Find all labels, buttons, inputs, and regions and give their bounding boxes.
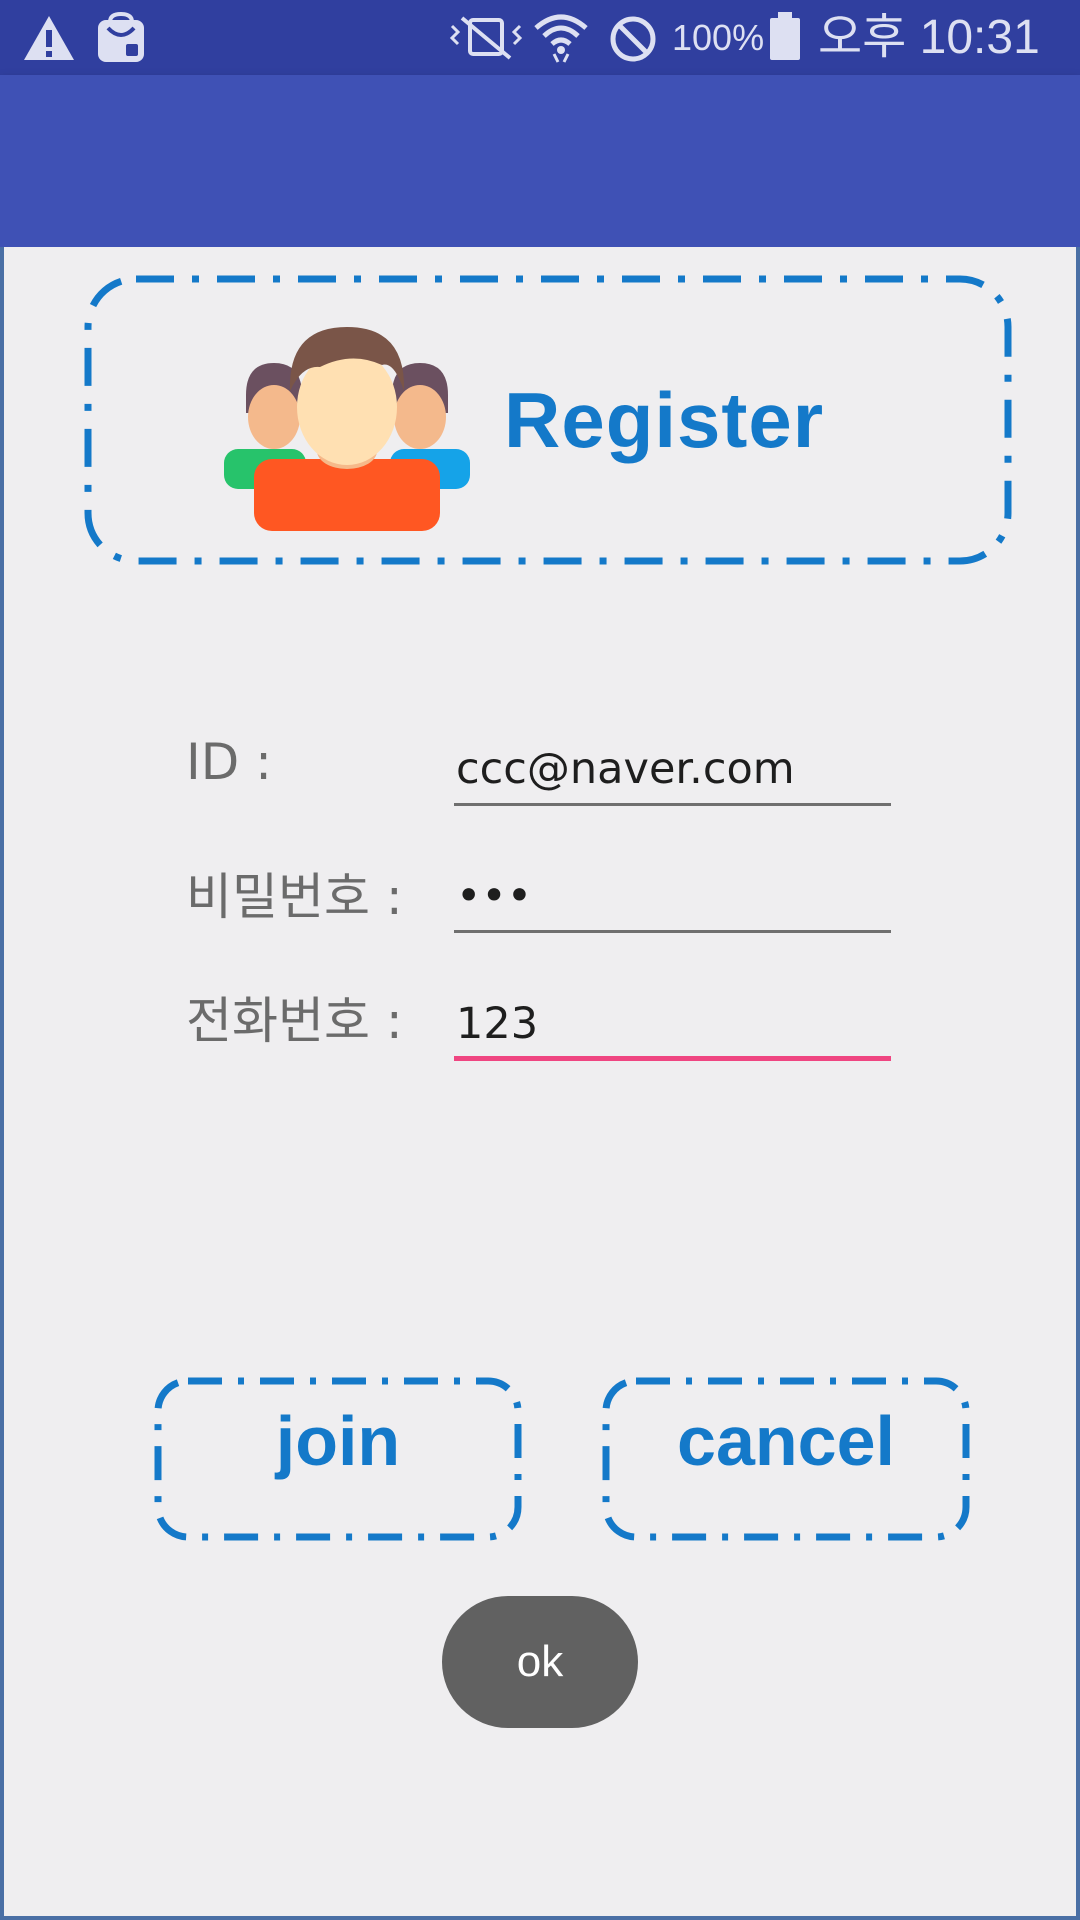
phone-label: 전화번호 : — [186, 992, 403, 1050]
join-label: join — [275, 1402, 401, 1480]
do-not-disturb-icon — [608, 14, 658, 68]
password-underline — [454, 930, 891, 933]
battery-percent: 100% — [672, 17, 765, 58]
clock: 오후 10:31 — [818, 11, 1040, 64]
app-bar — [0, 75, 1080, 247]
phone-value: 123 — [456, 999, 539, 1049]
id-field[interactable]: ccc@naver.com — [454, 734, 891, 806]
id-underline — [454, 803, 891, 806]
cancel-label: cancel — [677, 1402, 895, 1480]
id-value: ccc@naver.com — [456, 744, 795, 794]
status-bar: 100% 오후 10:31 — [0, 0, 1080, 75]
cancel-button[interactable]: cancel — [602, 1377, 970, 1541]
warning-icon — [22, 14, 76, 66]
register-title: Register — [504, 376, 825, 464]
phone-field[interactable]: 123 — [454, 989, 891, 1061]
user-group-icon — [222, 321, 472, 535]
password-field[interactable]: ••• — [454, 861, 891, 933]
vibrate-mute-icon — [448, 14, 524, 64]
battery-icon — [768, 10, 802, 66]
id-label: ID : — [186, 733, 272, 791]
join-button[interactable]: join — [154, 1377, 522, 1541]
password-value: ••• — [456, 871, 533, 921]
password-label: 비밀번호 : — [186, 868, 403, 926]
phone-underline — [454, 1056, 891, 1061]
register-header: Register — [84, 275, 1012, 565]
ok-button[interactable]: ok — [442, 1596, 638, 1728]
wifi-icon — [532, 8, 590, 68]
shopping-bag-icon — [96, 11, 146, 68]
